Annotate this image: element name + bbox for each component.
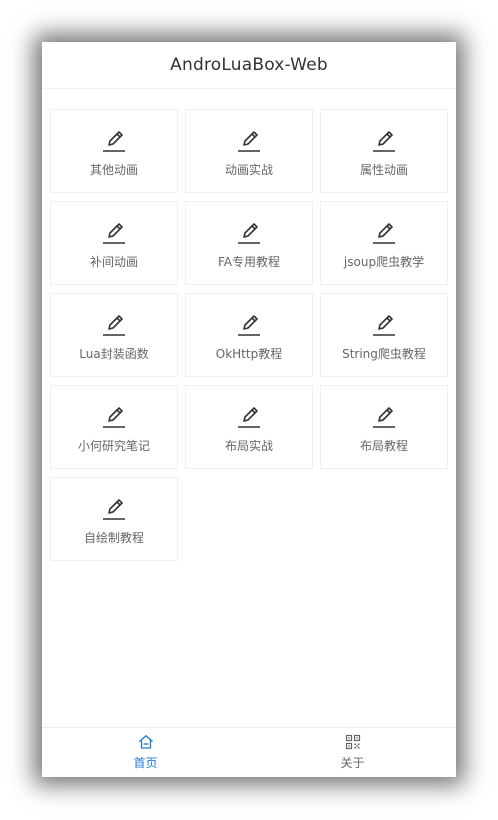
pencil-icon [238,315,260,336]
menu-tile-label: Lua封装函数 [79,347,149,361]
menu-tile-label: 布局教程 [359,439,408,453]
menu-tile-label: jsoup爬虫教学 [343,255,425,269]
pencil-icon [373,223,395,244]
menu-tile[interactable]: String爬虫教程 [320,293,448,377]
menu-tile-label: 动画实战 [224,163,273,177]
pencil-icon [373,315,395,336]
bottom-tab-bar: 首页 关于 [42,727,456,777]
tab-about-label: 关于 [340,756,365,770]
menu-tile[interactable]: 布局实战 [185,385,313,469]
pencil-icon [103,315,125,336]
menu-tile-label: 其他动画 [89,163,138,177]
menu-tile-label: 属性动画 [359,163,408,177]
menu-tile-label: 布局实战 [224,439,273,453]
pencil-icon [103,407,125,428]
tab-home-label: 首页 [133,756,158,770]
menu-grid: 其他动画 动画实战 属性动画 补间动画 FA专用教程 jsoup爬虫教学 Lua… [50,109,448,561]
menu-tile[interactable]: 布局教程 [320,385,448,469]
app-window: AndroLuaBox-Web 其他动画 动画实战 属性动画 补间动画 FA专用… [42,42,456,777]
menu-tile[interactable]: 动画实战 [185,109,313,193]
menu-tile[interactable]: 小何研究笔记 [50,385,178,469]
pencil-icon [103,223,125,244]
menu-tile[interactable]: 补间动画 [50,201,178,285]
menu-tile[interactable]: jsoup爬虫教学 [320,201,448,285]
home-icon [138,735,153,749]
pencil-icon [238,223,260,244]
menu-tile[interactable]: Lua封装函数 [50,293,178,377]
pencil-icon [238,407,260,428]
menu-tile[interactable]: FA专用教程 [185,201,313,285]
menu-tile[interactable]: 其他动画 [50,109,178,193]
pencil-icon [238,131,260,152]
menu-tile-label: 自绘制教程 [83,531,144,545]
pencil-icon [373,407,395,428]
menu-tile[interactable]: 自绘制教程 [50,477,178,561]
pencil-icon [373,131,395,152]
menu-tile-label: OkHttp教程 [215,347,283,361]
menu-tile-label: 补间动画 [89,255,138,269]
pencil-icon [103,499,125,520]
tab-about[interactable]: 关于 [249,728,456,777]
pencil-icon [103,131,125,152]
header-bar: AndroLuaBox-Web [42,42,456,89]
tab-home[interactable]: 首页 [42,728,249,777]
page-title: AndroLuaBox-Web [170,55,328,75]
qr-grid-icon [345,734,360,750]
menu-tile-label: String爬虫教程 [342,347,426,361]
menu-tile-label: FA专用教程 [217,255,280,269]
menu-tile[interactable]: 属性动画 [320,109,448,193]
menu-tile[interactable]: OkHttp教程 [185,293,313,377]
menu-tile-label: 小何研究笔记 [77,439,150,453]
